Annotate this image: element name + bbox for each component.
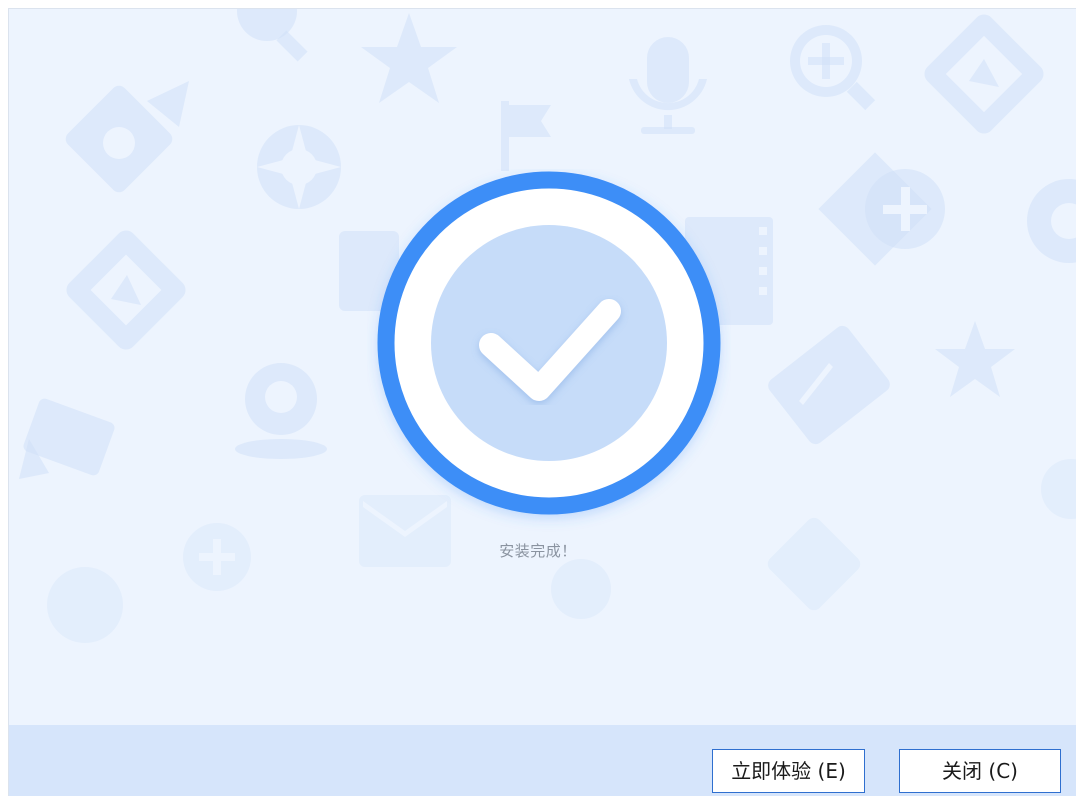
- star-icon: [361, 13, 457, 103]
- install-complete-text: 安装完成！: [499, 542, 577, 560]
- aperture-icon: [551, 559, 611, 619]
- star-icon: [935, 321, 1015, 397]
- aperture-icon: [1041, 459, 1076, 519]
- image-icon: [767, 517, 861, 611]
- video-camera-icon: [65, 81, 189, 193]
- image-icon: [924, 14, 1044, 134]
- envelope-icon: [768, 325, 890, 445]
- microphone-icon: [629, 37, 707, 134]
- installer-window: 立即体验 (E) 关闭 (C): [8, 8, 1076, 796]
- aperture-icon: [257, 125, 341, 209]
- close-button[interactable]: 关闭 (C): [899, 749, 1061, 793]
- aperture-icon: [47, 567, 123, 643]
- zoom-in-icon: [237, 9, 308, 62]
- zoom-in-icon: [818, 152, 945, 266]
- success-inner-circle: [431, 225, 667, 461]
- zoom-in-icon: [790, 25, 876, 111]
- image-icon: [66, 230, 186, 350]
- location-pin-icon: [235, 363, 327, 459]
- video-camera-icon: [19, 398, 115, 479]
- flag-icon: [501, 101, 551, 171]
- footer-bar: 立即体验 (E) 关闭 (C): [9, 725, 1076, 796]
- checkmark-circle-icon: [377, 171, 721, 515]
- try-now-button[interactable]: 立即体验 (E): [712, 749, 865, 793]
- aperture-icon: [1027, 179, 1076, 263]
